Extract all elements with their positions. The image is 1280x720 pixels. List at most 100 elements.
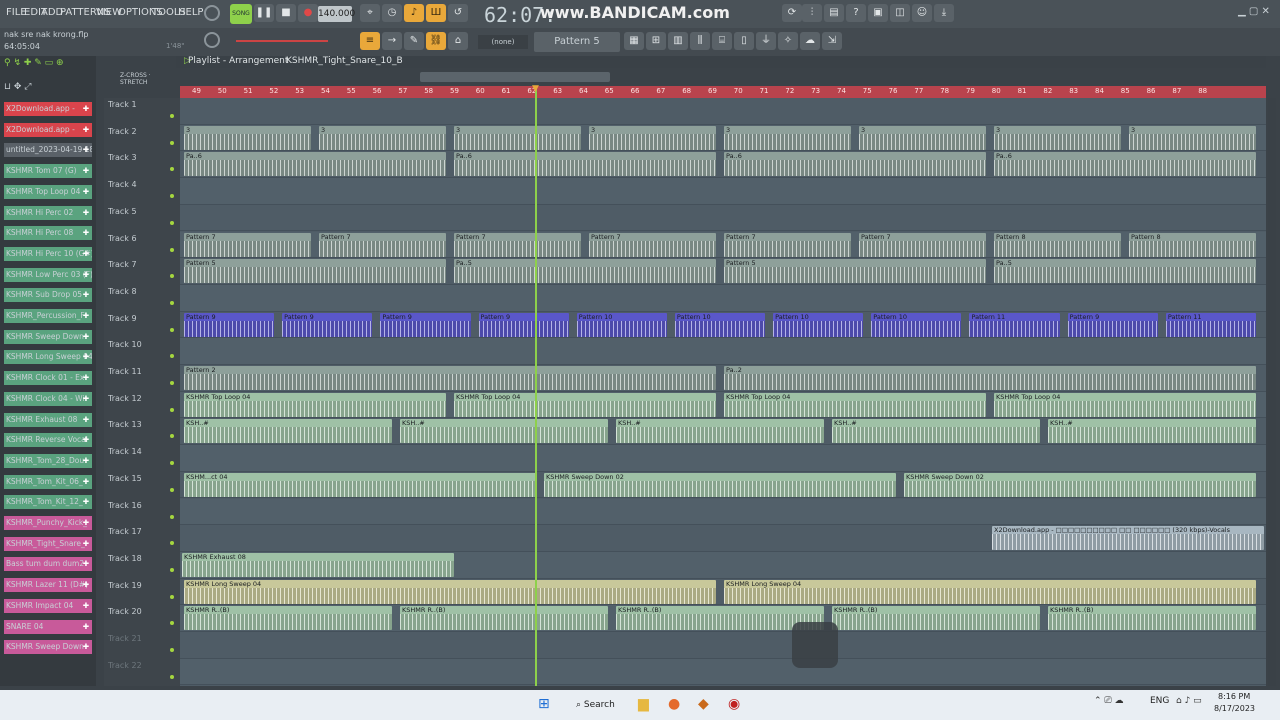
track-mute-led[interactable]	[170, 461, 174, 466]
loop-record-icon[interactable]: ↺	[448, 4, 468, 22]
stamp-icon[interactable]: ⌂	[448, 32, 468, 50]
track-name[interactable]: Track 19	[108, 581, 142, 590]
track-name[interactable]: Track 10	[108, 340, 142, 349]
playlist-view-icon[interactable]: ▦	[624, 32, 644, 50]
file-explorer-icon[interactable]: ▆	[638, 696, 649, 712]
playlist-clip[interactable]: Pa..5	[994, 259, 1256, 284]
channel-add-icon[interactable]: ✚	[83, 226, 89, 240]
channel-item[interactable]: untitled_2023-04-19 18- ✚	[4, 143, 92, 158]
channel-item[interactable]: KSHMR Tom 07 (G) ✚	[4, 164, 92, 179]
browser-view-toggles[interactable]: ⊔ ✥ ⤢	[4, 82, 94, 96]
channel-add-icon[interactable]: ✚	[83, 516, 89, 530]
track-name[interactable]: Track 5	[108, 207, 137, 216]
playlist-clip[interactable]: KSHM...ct 04	[184, 472, 536, 497]
plugin-icon[interactable]: ▯	[734, 32, 754, 50]
playlist-clip[interactable]: X2Download.app - □□□□□□□□□□ □□ □□□□□□ (3…	[992, 526, 1264, 551]
track-mute-led[interactable]	[170, 327, 174, 332]
channel-add-icon[interactable]: ✚	[83, 475, 89, 489]
windows-start-icon[interactable]: ⊞	[538, 696, 554, 712]
firefox-icon[interactable]: ●	[668, 696, 680, 712]
track-name[interactable]: Track 6	[108, 234, 137, 243]
channel-add-icon[interactable]: ✚	[83, 454, 89, 468]
playlist-clip[interactable]: Pattern 7	[589, 232, 716, 257]
playlist-clip[interactable]: KSHMR Sweep Down 02	[544, 472, 896, 497]
playlist-clip[interactable]: KSHMR Top Loop 04	[724, 392, 986, 417]
channel-item[interactable]: KSHMR_Tom_Kit_06_ ✚	[4, 474, 92, 489]
channel-item[interactable]: KSHMR Sub Drop 05 - ✚	[4, 288, 92, 303]
channel-add-icon[interactable]: ✚	[83, 495, 89, 509]
channel-add-icon[interactable]: ✚	[83, 413, 89, 427]
channel-item[interactable]: KSHMR Sweep Down ✚	[4, 640, 92, 655]
track-mute-led[interactable]	[170, 381, 174, 385]
track-lane[interactable]	[180, 338, 1266, 365]
track-name[interactable]: Track 1	[108, 100, 137, 109]
channel-add-icon[interactable]: ✚	[83, 578, 89, 592]
channel-item[interactable]: KSHMR Hi Perc 10 (G#) ✚	[4, 246, 92, 261]
render-icon[interactable]: ⇲	[822, 32, 842, 50]
channel-item[interactable]: KSHMR Clock 04 - Wi ✚	[4, 391, 92, 406]
channel-item[interactable]: KSHMR_Percussion_F ✚	[4, 309, 92, 323]
browser-view-icon[interactable]: ⌸	[712, 32, 732, 50]
playlist-clip[interactable]: Pa..6	[454, 152, 716, 177]
playhead[interactable]	[535, 86, 537, 686]
channel-item[interactable]: Bass tum dum dum2 ✚	[4, 557, 92, 572]
channel-rack-icon[interactable]: ⊞	[646, 32, 666, 50]
track-lane[interactable]	[180, 98, 1266, 125]
track-mute-led[interactable]	[170, 114, 174, 118]
taskbar-search[interactable]: ⌕ Search	[576, 696, 632, 714]
track-mute-led[interactable]	[170, 354, 174, 359]
playlist-clip[interactable]: Pattern 8	[994, 232, 1121, 257]
channel-filter-select[interactable]: (none)	[478, 35, 528, 49]
playlist-clip[interactable]: Pattern 7	[859, 232, 986, 257]
playlist-clip[interactable]: Pattern 7	[184, 232, 311, 257]
tempo-tap-icon[interactable]: ✧	[778, 32, 798, 50]
playlist-clip[interactable]: Pattern 10	[773, 312, 864, 337]
channel-item[interactable]: KSHMR Long Sweep 04 ✚	[4, 350, 92, 365]
track-name[interactable]: Track 7	[108, 260, 137, 269]
channel-item[interactable]: KSHMR Low Perc 03 (F) ✚	[4, 267, 92, 282]
channel-item[interactable]: X2Download.app - ✚	[4, 102, 92, 116]
pencil-icon[interactable]: ✎	[404, 32, 424, 50]
pattern-selector[interactable]: Pattern 5	[534, 32, 620, 52]
track-mute-led[interactable]	[170, 541, 174, 546]
pitch-knob-icon[interactable]	[204, 32, 220, 48]
track-name[interactable]: Track 3	[108, 153, 137, 162]
playlist-clip[interactable]: KSH..#	[616, 419, 824, 444]
playlist-clip[interactable]: 3	[319, 125, 446, 150]
stop-button[interactable]: ■	[276, 4, 296, 22]
track-name[interactable]: Track 16	[108, 501, 142, 510]
channel-item[interactable]: KSHMR Impact 04 ✚	[4, 598, 92, 613]
playlist-clip[interactable]: Pattern 7	[724, 232, 851, 257]
channel-add-icon[interactable]: ✚	[83, 557, 89, 571]
network-volume-icons[interactable]: ⌂ ♪ ▭	[1176, 696, 1202, 706]
playlist-clip[interactable]: Pattern 2	[184, 366, 716, 390]
track-mute-led[interactable]	[170, 220, 174, 225]
song-mode-toggle[interactable]: SONG	[230, 4, 252, 24]
playlist-clip[interactable]: KSHMR Sweep Down 02	[904, 472, 1256, 497]
playlist-clip[interactable]: KSHMR R..(B)	[184, 606, 392, 631]
playlist-clip[interactable]: KSH..#	[400, 419, 608, 444]
snap-icon[interactable]: ≡	[360, 32, 380, 50]
track-mute-led[interactable]	[170, 167, 174, 172]
track-mute-led[interactable]	[170, 274, 174, 279]
channel-add-icon[interactable]: ✚	[83, 143, 89, 157]
playlist-clip[interactable]: Pattern 9	[184, 312, 275, 337]
channel-add-icon[interactable]: ✚	[83, 371, 89, 385]
tray-icons[interactable]: ⌃ ⎚ ☁	[1094, 696, 1123, 706]
playlist-clip[interactable]: KSHMR Top Loop 04	[184, 392, 446, 417]
track-name[interactable]: Track 13	[108, 420, 142, 429]
channel-item[interactable]: KSHMR Lazer 11 (D#) ✚	[4, 578, 92, 593]
playlist-clip[interactable]: KSHMR Long Sweep 04	[184, 579, 716, 604]
channel-add-icon[interactable]: ✚	[83, 330, 89, 344]
playhead-marker-icon[interactable]: ▼	[532, 84, 539, 94]
playlist-grid[interactable]: 3 3 3 3 3 3 3 3 Pa..6 Pa..6 Pa..6 Pa..6 Pattern 7 Pat…	[180, 98, 1266, 686]
playlist-clip[interactable]: 3	[184, 125, 311, 150]
playlist-clip[interactable]: Pattern 9	[282, 312, 373, 337]
playlist-clip[interactable]: KSH..#	[832, 419, 1040, 444]
tempo-display[interactable]: 140.000	[318, 6, 355, 22]
channel-add-icon[interactable]: ✚	[83, 185, 89, 199]
track-mute-led[interactable]	[170, 194, 174, 199]
zoom-stretch-controls[interactable]: Z-CROSS · STRETCH	[120, 72, 180, 86]
track-name[interactable]: Track 8	[108, 287, 137, 296]
track-name[interactable]: Track 18	[108, 554, 142, 563]
